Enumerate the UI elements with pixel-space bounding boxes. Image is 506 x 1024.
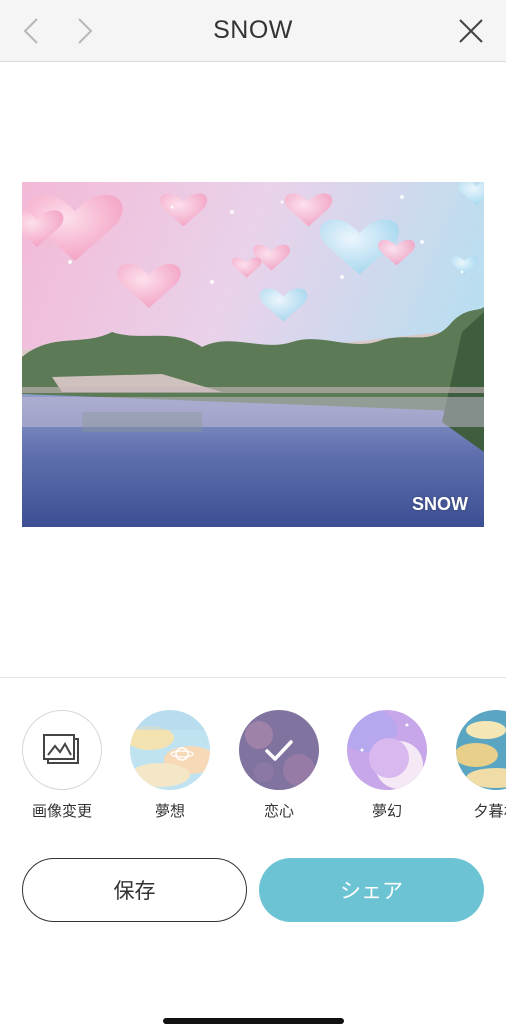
share-button[interactable]: シェア bbox=[259, 858, 484, 922]
photo-image bbox=[22, 182, 484, 527]
page-title: SNOW bbox=[213, 16, 293, 44]
filter-thumbnail-image bbox=[130, 710, 210, 790]
filter-thumbnail[interactable] bbox=[456, 710, 506, 790]
filter-label: 夢幻 bbox=[371, 802, 402, 820]
filter-thumbnail[interactable] bbox=[347, 710, 427, 790]
snow-watermark: SNOW bbox=[412, 494, 468, 514]
change-image-icon bbox=[43, 734, 79, 764]
filter-label: 夕暮れ bbox=[473, 802, 506, 820]
filter-thumbnail-image bbox=[456, 710, 506, 790]
checkmark-icon bbox=[265, 740, 293, 761]
filter-koigokoro[interactable]: 恋心 bbox=[239, 710, 319, 821]
filter-change-image[interactable]: 画像変更 bbox=[22, 710, 102, 821]
filter-thumbnail-selected[interactable] bbox=[239, 710, 319, 790]
filter-label: 恋心 bbox=[263, 802, 294, 820]
divider bbox=[0, 677, 506, 678]
change-image-button[interactable] bbox=[22, 710, 102, 790]
filter-thumbnail[interactable] bbox=[130, 710, 210, 790]
photo-preview: SNOW bbox=[22, 182, 484, 527]
filter-label: 画像変更 bbox=[31, 802, 92, 820]
filter-strip: 画像変更 夢想 恋心 夢幻 夕暮 bbox=[0, 710, 506, 830]
save-button[interactable]: 保存 bbox=[22, 858, 247, 922]
home-indicator bbox=[163, 1018, 344, 1024]
filter-musou[interactable]: 夢想 bbox=[130, 710, 210, 821]
close-icon bbox=[459, 19, 483, 43]
top-bar: SNOW bbox=[0, 0, 506, 62]
filter-thumbnail-image bbox=[347, 710, 427, 790]
filter-mugen[interactable]: 夢幻 bbox=[347, 710, 427, 821]
filter-yuugure[interactable]: 夕暮れ bbox=[456, 710, 506, 821]
close-button[interactable] bbox=[456, 14, 486, 48]
filter-label: 夢想 bbox=[154, 802, 185, 820]
